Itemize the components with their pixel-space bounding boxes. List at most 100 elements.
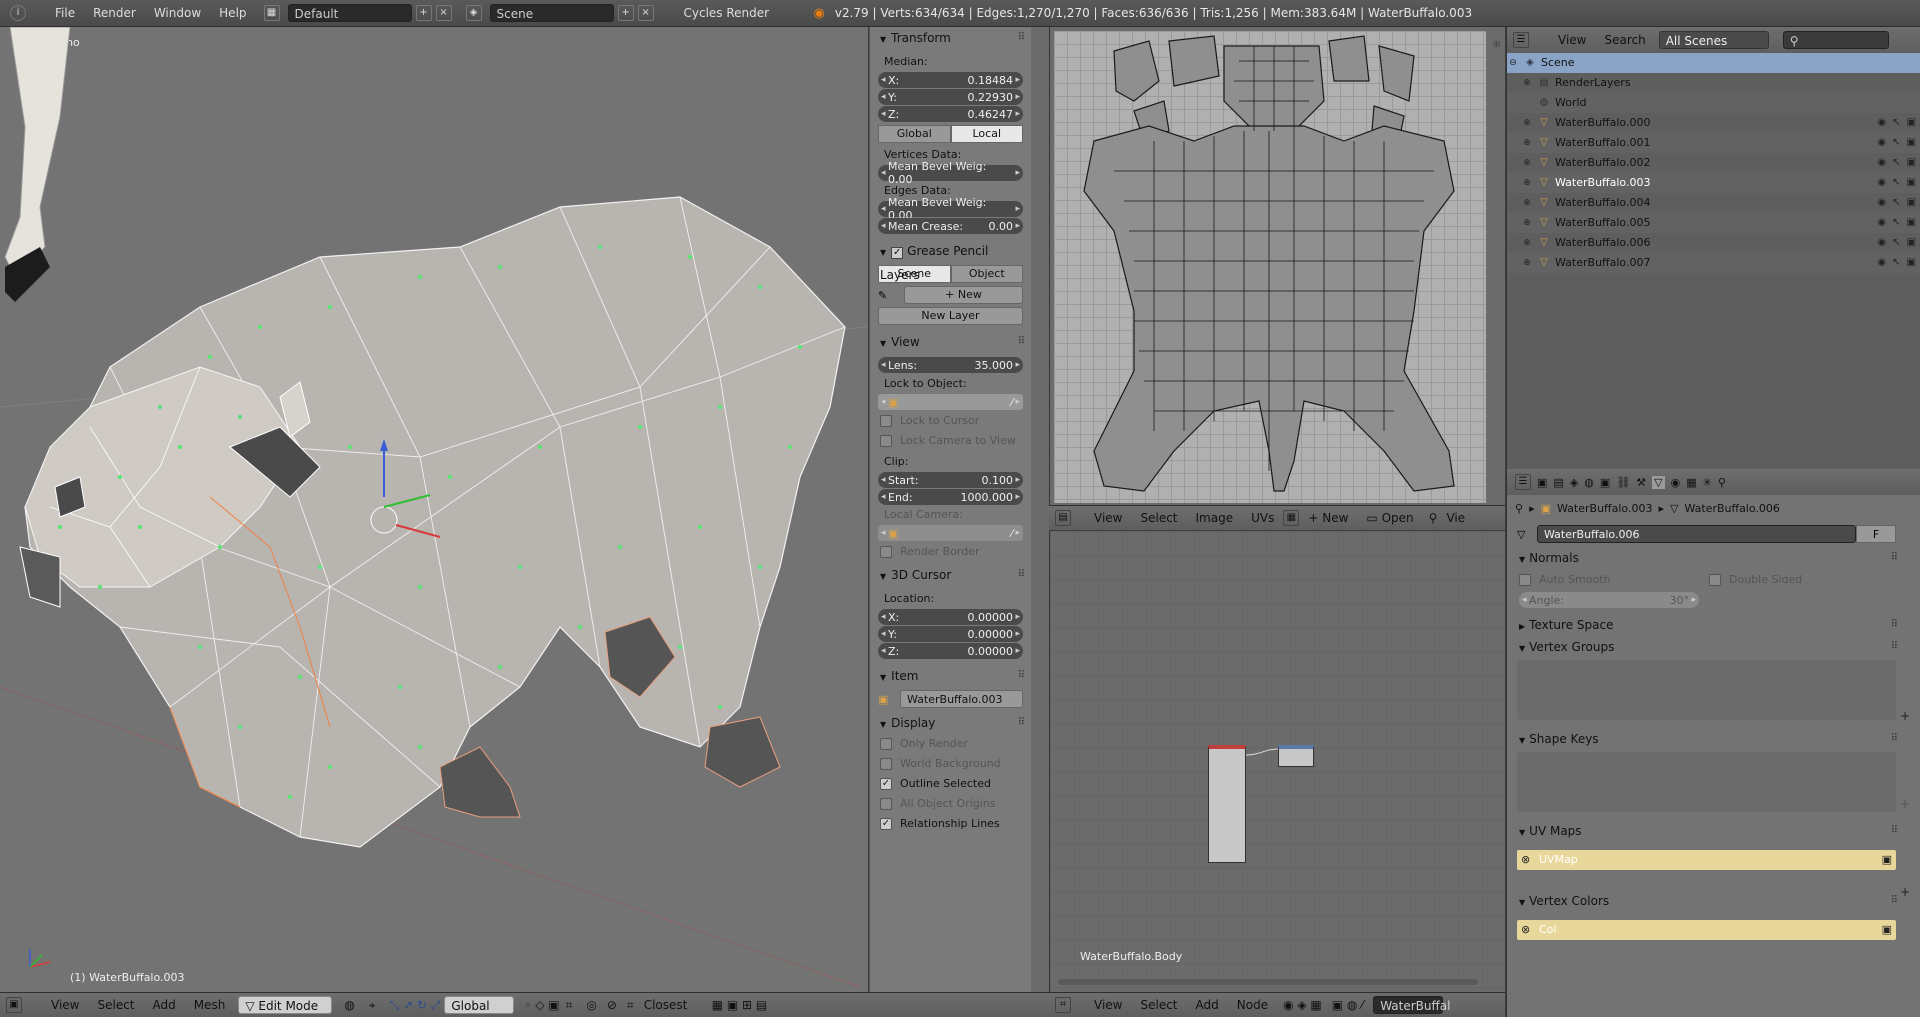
grease-pencil-checkbox[interactable]: ✓ bbox=[891, 247, 904, 259]
constraints-tab-icon[interactable]: ⛓ bbox=[1616, 476, 1630, 489]
npanel-scrollbar[interactable] bbox=[1031, 27, 1049, 992]
item-panel-header[interactable]: Item⠿ bbox=[870, 665, 1031, 687]
add-shape-key-icon[interactable]: + bbox=[1900, 797, 1910, 811]
display-panel-header[interactable]: Display⠿ bbox=[870, 712, 1031, 734]
menu-window[interactable]: Window bbox=[145, 6, 210, 20]
outliner-object-6[interactable]: ⊕ ▽ WaterBuffalo.006 ◉ ↖ ▣ bbox=[1507, 233, 1920, 253]
grease-object-toggle[interactable]: Object bbox=[950, 265, 1023, 283]
outliner-world[interactable]: ◍ World bbox=[1507, 93, 1920, 113]
visibility-icon[interactable]: ◉ bbox=[1877, 213, 1886, 233]
node-menu-select[interactable]: Select bbox=[1131, 998, 1186, 1012]
3d-viewport[interactable]: User Ortho bbox=[0, 27, 868, 992]
select-icon[interactable]: ↖ bbox=[1892, 233, 1900, 253]
render-icon[interactable]: ▣ bbox=[1907, 253, 1916, 273]
layout-selector[interactable]: Default bbox=[287, 4, 412, 22]
outliner-object-1[interactable]: ⊕ ▽ WaterBuffalo.001 ◉ ↖ ▣ bbox=[1507, 133, 1920, 153]
node-editor-type-icon[interactable]: ⌗ bbox=[1055, 997, 1071, 1013]
node-scrollbar[interactable] bbox=[1058, 979, 1478, 985]
material-tab-icon[interactable]: ◉ bbox=[1671, 476, 1681, 489]
viewport-menu-select[interactable]: Select bbox=[88, 998, 143, 1012]
median-y-field[interactable]: Y: 0.22930 bbox=[878, 89, 1023, 105]
render-icon[interactable]: ▣ bbox=[1907, 173, 1916, 193]
visibility-icon[interactable]: ◉ bbox=[1877, 153, 1886, 173]
proportional-edit-icon[interactable]: ◎ bbox=[586, 998, 596, 1012]
add-uv-map-icon[interactable]: + bbox=[1900, 885, 1910, 899]
view-panel-header[interactable]: View⠿ bbox=[870, 331, 1031, 353]
snap-target-selector[interactable]: Closest bbox=[638, 996, 698, 1014]
lock-to-cursor-checkbox[interactable]: Lock to Cursor bbox=[870, 411, 1031, 431]
vertex-colors-list[interactable]: ⊗ Col ▣ bbox=[1517, 920, 1896, 940]
add-scene-icon[interactable]: + bbox=[617, 5, 634, 21]
uv-view-menu-2[interactable]: Vie bbox=[1437, 511, 1474, 525]
clip-end-field[interactable]: End: 1000.000 bbox=[878, 489, 1023, 505]
uv-menu-view[interactable]: View bbox=[1085, 511, 1131, 525]
node-menu-view[interactable]: View bbox=[1085, 998, 1131, 1012]
uv-new-button[interactable]: + New bbox=[1299, 511, 1357, 525]
outliner-object-4[interactable]: ⊕ ▽ WaterBuffalo.004 ◉ ↖ ▣ bbox=[1507, 193, 1920, 213]
scene-tab-icon[interactable]: ◈ bbox=[1570, 476, 1578, 489]
grease-new-button[interactable]: + New bbox=[904, 286, 1023, 304]
remove-scene-icon[interactable]: × bbox=[637, 5, 654, 21]
visibility-icon[interactable]: ◉ bbox=[1877, 133, 1886, 153]
mesh-datablock-icon[interactable]: ▽ bbox=[1517, 528, 1537, 541]
select-icon[interactable]: ↖ bbox=[1892, 193, 1900, 213]
material-output-node[interactable] bbox=[1208, 745, 1246, 863]
add-layout-icon[interactable]: + bbox=[415, 5, 432, 21]
node-editor[interactable]: WaterBuffalo.Body bbox=[1049, 531, 1505, 992]
data-tab-icon[interactable]: ▽ bbox=[1652, 475, 1665, 489]
median-x-field[interactable]: X: 0.18484 bbox=[878, 72, 1023, 88]
uv-menu-uvs[interactable]: UVs bbox=[1242, 511, 1283, 525]
layers-tab-icon[interactable]: ▤ bbox=[1553, 476, 1563, 489]
outliner-menu-search[interactable]: Search bbox=[1595, 33, 1654, 47]
outliner-renderlayers[interactable]: ⊕ ▤ RenderLayers bbox=[1507, 73, 1920, 93]
outline-selected-checkbox[interactable]: ✓ Outline Selected bbox=[870, 774, 1031, 794]
median-z-field[interactable]: Z: 0.46247 bbox=[878, 106, 1023, 122]
screen-layout-icon[interactable]: ▦ bbox=[263, 5, 280, 21]
menu-file[interactable]: File bbox=[46, 6, 84, 20]
scene-icon[interactable]: ◈ bbox=[465, 5, 482, 21]
transform-orientation-selector[interactable]: Global bbox=[444, 996, 515, 1014]
add-vertex-group-icon[interactable]: + bbox=[1900, 709, 1910, 723]
vc-render-icon[interactable]: ▣ bbox=[1882, 920, 1892, 940]
visibility-icon[interactable]: ◉ bbox=[1877, 193, 1886, 213]
image-texture-node[interactable] bbox=[1278, 745, 1314, 767]
particles-tab-icon[interactable]: ✳ bbox=[1703, 476, 1712, 489]
double-sided-checkbox[interactable]: Double Sided bbox=[1709, 570, 1802, 590]
mean-bevel-vertex-field[interactable]: Mean Bevel Weig: 0.00 bbox=[878, 160, 1023, 186]
uv-maps-section[interactable]: ▼ UV Maps ⠿ bbox=[1507, 820, 1920, 842]
local-camera-field[interactable]: ▣⁄ bbox=[878, 525, 1023, 541]
viewport-menu-view[interactable]: View bbox=[42, 998, 88, 1012]
visibility-icon[interactable]: ◉ bbox=[1877, 233, 1886, 253]
texture-space-section[interactable]: ▶ Texture Space ⠿ bbox=[1507, 614, 1920, 636]
relationship-lines-checkbox[interactable]: ✓ Relationship Lines bbox=[870, 814, 1031, 834]
cursor-z-field[interactable]: Z: 0.00000 bbox=[878, 643, 1023, 659]
fake-user-button[interactable]: F bbox=[1856, 525, 1896, 543]
select-icon[interactable]: ↖ bbox=[1892, 213, 1900, 233]
outliner-type-icon[interactable]: ☰ bbox=[1513, 32, 1529, 48]
select-icon[interactable]: ↖ bbox=[1892, 253, 1900, 273]
render-icon[interactable]: ▣ bbox=[1907, 133, 1916, 153]
uv-open-button[interactable]: ▭ Open bbox=[1357, 511, 1422, 525]
render-icon[interactable]: ▣ bbox=[1907, 213, 1916, 233]
mesh-name-field[interactable]: WaterBuffalo.006 bbox=[1537, 525, 1856, 543]
uv-menu-image[interactable]: Image bbox=[1187, 511, 1243, 525]
node-menu-add[interactable]: Add bbox=[1187, 998, 1228, 1012]
eyedropper-icon[interactable]: ⁄ bbox=[1011, 396, 1013, 409]
vertex-colors-section[interactable]: ▼ Vertex Colors ⠿ bbox=[1507, 890, 1920, 912]
viewport-type-icon[interactable]: ▣ bbox=[6, 997, 22, 1013]
pin-icon[interactable]: ⚲ bbox=[1429, 511, 1438, 525]
outliner-scene[interactable]: ⊖ ◈ Scene bbox=[1507, 53, 1920, 73]
outliner-search-field[interactable]: ⚲ bbox=[1782, 31, 1889, 49]
pivot-icon[interactable]: ⌖ bbox=[369, 998, 376, 1013]
uv-grid-canvas[interactable] bbox=[1054, 31, 1486, 503]
shape-keys-section[interactable]: ▼ Shape Keys ⠿ bbox=[1507, 728, 1920, 750]
node-menu-node[interactable]: Node bbox=[1228, 998, 1277, 1012]
uv-menu-select[interactable]: Select bbox=[1131, 511, 1186, 525]
render-icon[interactable]: ▣ bbox=[1907, 233, 1916, 253]
select-icon[interactable]: ↖ bbox=[1892, 113, 1900, 133]
snap-icon[interactable]: ⊘ bbox=[607, 998, 617, 1012]
world-background-checkbox[interactable]: World Background bbox=[870, 754, 1031, 774]
visibility-icon[interactable]: ◉ bbox=[1877, 253, 1886, 273]
normals-section[interactable]: ▼ Normals ⠿ bbox=[1507, 547, 1920, 569]
lock-camera-checkbox[interactable]: Lock Camera to View bbox=[870, 431, 1031, 451]
